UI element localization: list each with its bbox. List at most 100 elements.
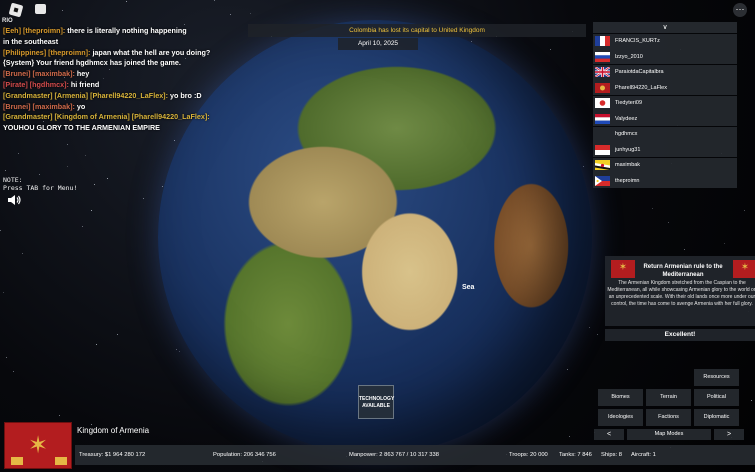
star <box>184 24 185 26</box>
brunei-flag-icon <box>595 160 610 170</box>
server-label: RIO <box>2 18 13 24</box>
chat-message-part: [Grandmaster] [Armenia] [Pharell94220_La… <box>3 90 170 100</box>
uk-flag-icon <box>595 67 610 77</box>
chat-message-part: in the southeast <box>3 36 59 46</box>
netherlands-flag-icon <box>595 113 610 124</box>
star <box>96 343 98 345</box>
player-name: hgdhmcx <box>615 131 638 137</box>
star <box>569 436 571 438</box>
armenia-emblem-icon <box>733 260 755 278</box>
political-button[interactable]: Political <box>694 389 739 406</box>
player-row[interactable]: FRANCIS_KURTz <box>593 33 737 49</box>
player-row[interactable]: hgdhmcx <box>593 126 737 142</box>
chat-message-part: [Brunei] [maximbak]: <box>3 101 77 111</box>
stats-bar: Treasury: $1 964 280 172 Population: 206… <box>75 445 755 465</box>
map-mode-prev-button[interactable]: < <box>594 429 624 440</box>
note-text: NOTE: Press TAB for Menu! <box>3 176 77 192</box>
star <box>106 178 108 180</box>
country-name: Kingdom of Armenia <box>77 426 150 435</box>
chat-message-part: japan what the hell are you doing? <box>92 47 211 57</box>
star <box>751 400 753 402</box>
chat-message-part: yo bro :D <box>169 90 202 100</box>
note-hint: Press TAB for Menu! <box>3 184 78 192</box>
more-options-icon[interactable]: ⋯ <box>733 3 747 17</box>
chat-message: in the southeast <box>3 37 253 48</box>
star <box>549 48 551 50</box>
chat-message-part: yo <box>76 101 86 111</box>
excellent-button[interactable]: Excellent! <box>605 329 755 341</box>
philippines-flag-icon <box>595 175 610 186</box>
chat-icon[interactable] <box>35 4 46 14</box>
chat-message: [Grandmaster] [Armenia] [Pharell94220_La… <box>3 91 253 102</box>
player-row[interactable]: ParaiotdaCapitalbra <box>593 64 737 80</box>
biomes-button[interactable]: Biomes <box>598 389 643 406</box>
star <box>566 369 568 371</box>
terrain-button[interactable]: Terrain <box>646 389 691 406</box>
chat-message-part: hey <box>76 69 90 79</box>
star <box>229 13 231 15</box>
star <box>18 152 20 154</box>
star <box>583 166 585 167</box>
game-date: April 10, 2025 <box>338 38 418 50</box>
star <box>2 292 4 294</box>
troops-stat: Troops: 20 000 <box>509 452 548 458</box>
chat-message: [Brunei] [maximbak]: yo <box>3 102 253 113</box>
chat-message-part: [Philippines] [theproimn]: <box>3 47 93 57</box>
star <box>59 414 61 416</box>
player-row[interactable]: lzzyo_2010 <box>593 49 737 64</box>
star <box>0 229 2 231</box>
player-row[interactable]: theproimn <box>593 173 737 188</box>
star <box>667 222 669 224</box>
chat-message-part: [Pirate] [hgdhmcx]: <box>3 79 71 89</box>
tanks-stat: Tanks: 7 846 <box>559 452 592 458</box>
manpower-stat: Manpower: 2 863 767 / 10 317 338 <box>349 452 439 458</box>
chat-message-part: {System} Your friend hgdhmcx has joined … <box>3 58 181 68</box>
player-row[interactable]: Pharell94220_LaFlex <box>593 80 737 95</box>
factions-button[interactable]: Factions <box>646 409 691 426</box>
player-name: Tiedyteri09 <box>615 100 643 106</box>
country-flag[interactable]: ✶ <box>4 422 72 469</box>
star <box>744 210 746 212</box>
player-name: junhyug31 <box>615 146 641 153</box>
star <box>116 333 118 335</box>
player-list-toggle[interactable]: ∨ <box>593 22 737 33</box>
chat-message: {System} Your friend hgdhmcx has joined … <box>3 58 253 69</box>
chat-message: YOUHOU GLORY TO THE ARMENIAN EMPIRE <box>3 123 253 134</box>
mission-panel: Return Armenian rule to the Mediterranea… <box>605 256 755 326</box>
star <box>684 249 686 251</box>
star <box>588 327 590 329</box>
chat-message-part: hi friend <box>70 79 100 89</box>
chat-message-part: [Grandmaster] [Kingdom of Armenia] [Phar… <box>3 112 210 122</box>
star <box>93 184 95 186</box>
map-modes-button[interactable]: Map Modes <box>627 429 711 440</box>
chat-message: [Grandmaster] [Kingdom of Armenia] [Phar… <box>3 112 253 123</box>
sea-label: Sea <box>462 284 475 291</box>
chat-message-part: [Eeh] [theproimn]: <box>3 26 68 35</box>
ideologies-button[interactable]: Ideologies <box>598 409 643 426</box>
player-row[interactable]: Valydeez <box>593 111 737 126</box>
chat-log: [Eeh] [theproimn]: there is literally no… <box>3 26 253 134</box>
indonesia-flag-icon <box>595 144 610 155</box>
technology-available-button[interactable]: TECHNOLOGY AVAILABLE <box>358 385 394 419</box>
mission-description: The Armenian Kingdom stretched from the … <box>607 280 755 307</box>
chat-message-part: YOUHOU GLORY TO THE ARMENIAN EMPIRE <box>3 123 160 133</box>
none-flag-icon <box>595 129 610 139</box>
player-row[interactable]: Tiedyteri09 <box>593 95 737 111</box>
player-row[interactable]: junhyug31 <box>593 142 737 157</box>
star <box>173 139 175 141</box>
diplomatic-button[interactable]: Diplomatic <box>694 409 739 426</box>
chat-message: [Pirate] [hgdhmcx]: hi friend <box>3 80 253 91</box>
player-name: maximbak <box>615 162 641 168</box>
resources-button[interactable]: Resources <box>694 369 739 386</box>
speaker-icon[interactable] <box>7 194 21 206</box>
star <box>249 12 251 14</box>
star <box>21 253 23 255</box>
star <box>61 9 63 11</box>
star <box>12 371 14 373</box>
ships-stat: Ships: 8 <box>601 452 622 458</box>
player-row[interactable]: maximbak <box>593 157 737 173</box>
chat-message-part: [Brunei] [maximbak]: <box>3 69 77 79</box>
map-mode-next-button[interactable]: > <box>714 429 744 440</box>
star <box>66 144 68 146</box>
chat-message: [Philippines] [theproimn]: japan what th… <box>3 48 253 59</box>
